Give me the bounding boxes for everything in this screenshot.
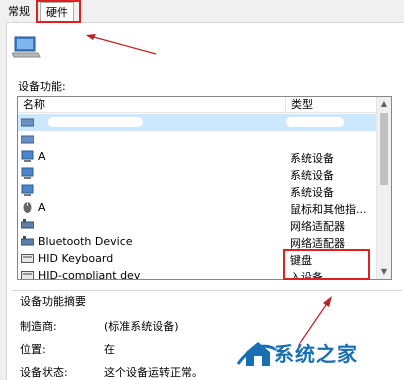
row-name: A (38, 150, 46, 163)
network-icon (21, 219, 34, 229)
column-header-name[interactable]: 名称 (18, 97, 286, 112)
row-type: 系统设备 (290, 169, 334, 182)
redaction (286, 134, 344, 144)
status-value: 这个设备运转正常。 (104, 366, 203, 379)
scroll-up-icon[interactable]: ▲ (377, 97, 391, 111)
redaction (46, 185, 116, 195)
redaction (120, 341, 240, 353)
device-icon (21, 167, 34, 179)
vertical-scrollbar[interactable]: ▲ ▼ (376, 97, 391, 279)
summary-title: 设备功能摘要 (20, 293, 90, 309)
list-item[interactable]: Bluetooth Device 网络适配器 (18, 233, 376, 250)
tab-highlight-box (36, 0, 81, 23)
tab-general[interactable]: 常规 (4, 4, 34, 20)
column-header-type[interactable]: 类型 (286, 97, 376, 112)
list-item[interactable]: A 系统设备 (18, 148, 376, 165)
keyboard-icon (21, 135, 34, 144)
network-icon (21, 236, 34, 246)
row-type: 网络适配器 (290, 220, 345, 233)
device-icon (21, 184, 34, 196)
keyboard-icon (21, 118, 34, 127)
location-label: 位置: (20, 343, 46, 356)
redaction (48, 134, 133, 144)
row-type: 系统设备 (290, 186, 334, 199)
manufacturer-label: 制造商: (20, 320, 57, 333)
row-name: HID-compliant dev (38, 269, 141, 280)
computer-icon (12, 36, 41, 58)
mouse-icon (23, 202, 32, 213)
redaction (46, 168, 106, 178)
keyboard-highlight-box (283, 249, 370, 280)
redaction (48, 202, 188, 212)
scroll-down-icon[interactable]: ▼ (377, 265, 391, 279)
watermark-text: 系统之家 (274, 342, 358, 366)
status-label: 设备状态: (20, 366, 68, 379)
device-icon (21, 150, 34, 162)
redaction (48, 219, 248, 229)
manufacturer-value: (标准系统设备) (104, 320, 179, 333)
list-header: 名称 类型 (18, 97, 391, 113)
row-type: 鼠标和其他指... (290, 203, 367, 216)
hid-icon (21, 254, 34, 263)
scroll-thumb[interactable] (380, 113, 388, 185)
row-name: Bluetooth Device (38, 235, 133, 248)
redaction (286, 117, 344, 127)
redaction (48, 117, 143, 127)
row-type: 系统设备 (290, 152, 334, 165)
hid-icon (21, 271, 34, 279)
section-label: 设备功能: (18, 80, 66, 93)
location-value: 在 (104, 343, 115, 356)
row-name: HID Keyboard (38, 252, 114, 265)
annotation-arrow (86, 34, 157, 55)
